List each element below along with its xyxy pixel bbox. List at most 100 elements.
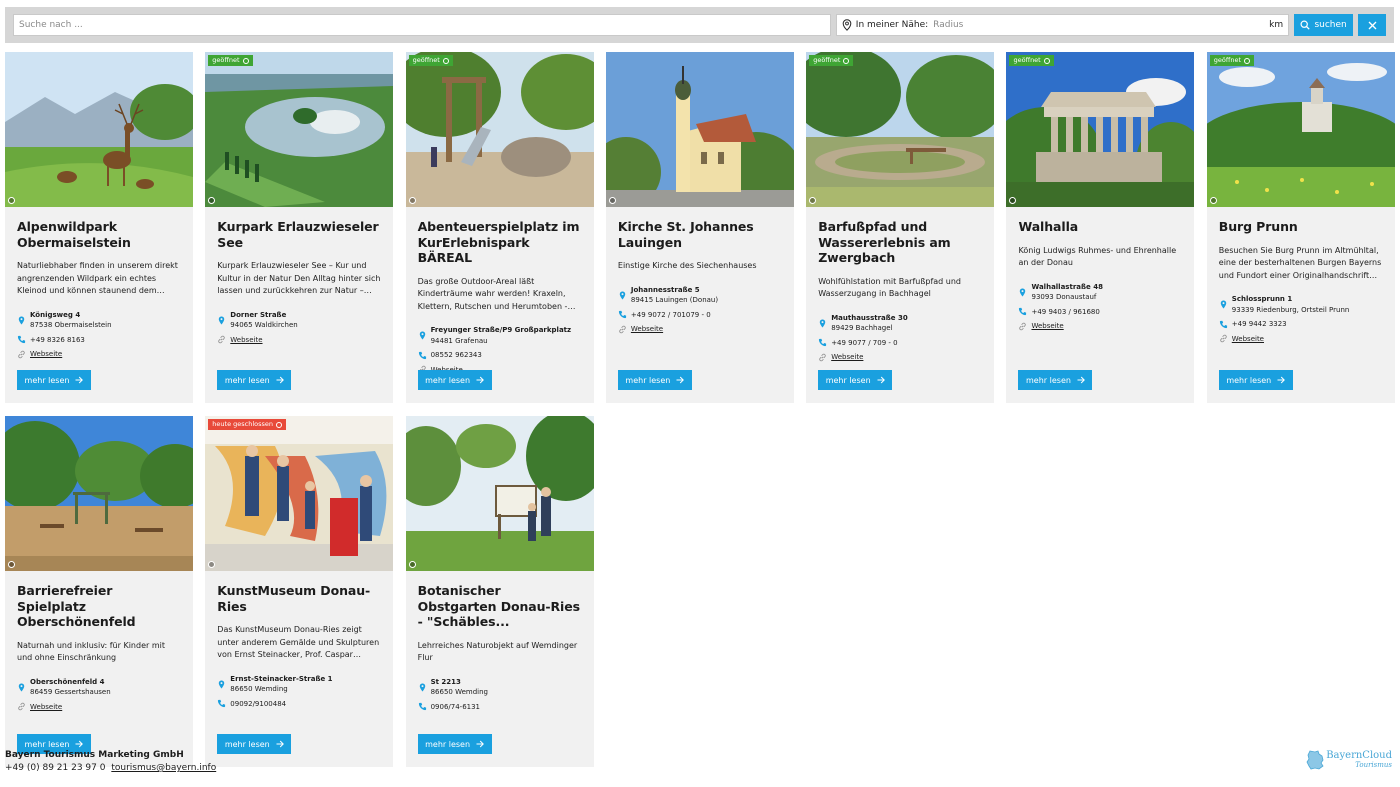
read-more-button[interactable]: mehr lesen xyxy=(417,370,492,390)
copyright-icon[interactable] xyxy=(408,197,416,204)
card-website[interactable]: Webseite xyxy=(618,324,782,335)
card-image[interactable]: geöffnet xyxy=(1006,52,1195,207)
read-more-button[interactable]: mehr lesen xyxy=(818,370,893,390)
card-website-link[interactable]: Webseite xyxy=(1232,334,1264,345)
card-phone-number[interactable]: 08552 962343 xyxy=(431,350,482,361)
card-phone-number[interactable]: +49 8326 8163 xyxy=(30,335,85,346)
card-website[interactable]: Webseite xyxy=(818,352,982,363)
card-phone-number[interactable]: 0906/74-6131 xyxy=(431,702,480,713)
read-more-button[interactable]: mehr lesen xyxy=(217,734,292,754)
poi-card[interactable]: geöffnet Kurpark Erlauzwieseler See Kurpar… xyxy=(205,52,394,403)
poi-card[interactable]: heute geschlossen KunstMuseum Donau-Ries D… xyxy=(205,416,394,767)
card-image[interactable] xyxy=(605,52,794,207)
card-website-link[interactable]: Webseite xyxy=(631,324,663,335)
card-phone-number[interactable]: 09092/9100484 xyxy=(230,699,286,710)
phone-icon xyxy=(418,703,426,711)
card-street: Johannesstraße 5 xyxy=(630,285,700,294)
card-image[interactable]: geöffnet xyxy=(205,52,394,207)
footer-email-link[interactable]: tourismus@bayern.info xyxy=(111,763,216,773)
card-title[interactable]: Kurpark Erlauzwieseler See xyxy=(217,219,381,250)
card-phone-number[interactable]: +49 9403 / 961680 xyxy=(1031,307,1099,318)
close-button[interactable] xyxy=(1358,14,1386,36)
card-phone-number[interactable]: +49 9072 / 701079 - 0 xyxy=(631,310,711,321)
card-street: Freyunger Straße/P9 Großparkplatz xyxy=(430,326,572,334)
card-website[interactable]: Webseite xyxy=(1219,334,1383,345)
read-more-label: mehr lesen xyxy=(1226,375,1272,385)
card-website[interactable]: Webseite xyxy=(17,349,181,360)
card-phone[interactable]: +49 9072 / 701079 - 0 xyxy=(618,310,782,321)
card-photo xyxy=(205,416,394,571)
card-title[interactable]: KunstMuseum Donau-Ries xyxy=(217,583,381,614)
card-image[interactable] xyxy=(5,52,193,207)
card-title[interactable]: Abenteuerspielplatz im KurErlebnispark B… xyxy=(418,219,582,266)
card-website-link[interactable]: Webseite xyxy=(30,702,62,713)
search-bar: In meiner Nähe: km suchen xyxy=(5,7,1394,43)
card-title[interactable]: Walhalla xyxy=(1018,219,1182,235)
near-me-field[interactable]: In meiner Nähe: km xyxy=(835,14,1290,36)
link-icon xyxy=(218,335,226,344)
read-more-button[interactable]: mehr lesen xyxy=(417,734,492,754)
card-website-link[interactable]: Webseite xyxy=(230,335,262,346)
logo-line1: BayernCloud xyxy=(1326,750,1392,761)
card-website-link[interactable]: Webseite xyxy=(831,352,863,363)
search-button[interactable]: suchen xyxy=(1294,14,1354,36)
read-more-label: mehr lesen xyxy=(825,375,871,385)
location-pin-icon xyxy=(419,331,425,340)
read-more-button[interactable]: mehr lesen xyxy=(1218,370,1293,390)
card-address: Johannesstraße 5 89415 Lauingen (Donau) xyxy=(618,285,782,306)
copyright-icon[interactable] xyxy=(1209,197,1217,204)
card-body: Alpenwildpark Obermaiselstein Naturliebha… xyxy=(5,207,193,360)
card-phone[interactable]: +49 9403 / 961680 xyxy=(1018,307,1182,318)
arrow-right-icon xyxy=(1077,376,1085,384)
poi-card[interactable]: Kirche St. Johannes Lauingen Einstige Kir… xyxy=(605,52,794,403)
copyright-icon[interactable] xyxy=(408,561,416,568)
poi-card[interactable]: geöffnet Walhalla König Ludwigs Ruhmes- un… xyxy=(1006,52,1195,403)
card-phone[interactable]: +49 8326 8163 xyxy=(17,335,181,346)
copyright-icon[interactable] xyxy=(608,197,616,204)
card-title[interactable]: Barrierefreier Spielplatz Oberschönenfel… xyxy=(17,583,181,630)
card-title[interactable]: Botanischer Obstgarten Donau-Ries - "Sch… xyxy=(418,583,582,630)
card-body: Walhalla König Ludwigs Ruhmes- und Ehrenh… xyxy=(1006,207,1194,332)
read-more-button[interactable]: mehr lesen xyxy=(17,370,91,390)
card-image[interactable]: geöffnet xyxy=(1206,52,1395,207)
card-phone[interactable]: 09092/9100484 xyxy=(217,699,381,710)
card-image[interactable]: geöffnet xyxy=(405,52,594,207)
card-phone-number[interactable]: +49 9442 3323 xyxy=(1232,319,1287,330)
card-title[interactable]: Alpenwildpark Obermaiselstein xyxy=(17,219,181,250)
read-more-button[interactable]: mehr lesen xyxy=(617,370,692,390)
card-address: St 2213 86650 Wemding xyxy=(418,677,582,698)
status-badge: geöffnet xyxy=(809,55,854,66)
card-title[interactable]: Barfußpfad und Wassererlebnis am Zwergba… xyxy=(818,219,982,266)
poi-card[interactable]: Alpenwildpark Obermaiselstein Naturliebha… xyxy=(5,52,193,403)
poi-card[interactable]: geöffnet Burg Prunn Besuchen Sie Burg Prun… xyxy=(1206,52,1395,403)
card-address: Schlossprunn 1 93339 Riedenburg, Ortsteil… xyxy=(1219,294,1383,315)
poi-card[interactable]: Barrierefreier Spielplatz Oberschönenfel… xyxy=(5,416,193,767)
card-image[interactable] xyxy=(5,416,193,571)
card-phone[interactable]: +49 9442 3323 xyxy=(1219,319,1383,330)
card-phone[interactable]: 0906/74-6131 xyxy=(418,702,582,713)
card-body: Kirche St. Johannes Lauingen Einstige Kir… xyxy=(606,207,794,335)
poi-card[interactable]: geöffnet Abenteuerspielplatz im KurErlebn… xyxy=(405,52,594,403)
card-phone-number[interactable]: +49 9077 / 709 - 0 xyxy=(831,338,897,349)
poi-card[interactable]: geöffnet Barfußpfad und Wassererlebnis am… xyxy=(806,52,995,403)
read-more-button[interactable]: mehr lesen xyxy=(217,370,292,390)
search-input[interactable] xyxy=(13,14,831,36)
copyright-icon[interactable] xyxy=(8,561,15,568)
card-image[interactable]: heute geschlossen xyxy=(205,416,394,571)
card-website[interactable]: Webseite xyxy=(17,702,181,713)
card-phone[interactable]: +49 9077 / 709 - 0 xyxy=(818,338,982,349)
card-title[interactable]: Kirche St. Johannes Lauingen xyxy=(618,219,782,250)
card-photo xyxy=(605,52,794,207)
read-more-button[interactable]: mehr lesen xyxy=(1018,370,1093,390)
card-image[interactable]: geöffnet xyxy=(806,52,995,207)
card-image[interactable] xyxy=(405,416,594,571)
card-website-link[interactable]: Webseite xyxy=(1031,321,1063,332)
copyright-icon[interactable] xyxy=(8,197,15,204)
poi-card[interactable]: Botanischer Obstgarten Donau-Ries - "Sch… xyxy=(405,416,594,767)
card-website-link[interactable]: Webseite xyxy=(30,349,62,360)
card-website[interactable]: Webseite xyxy=(217,335,381,346)
card-title[interactable]: Burg Prunn xyxy=(1219,219,1383,235)
card-website[interactable]: Webseite xyxy=(1018,321,1182,332)
radius-input[interactable] xyxy=(933,20,1266,30)
card-phone[interactable]: 08552 962343 xyxy=(418,350,582,361)
